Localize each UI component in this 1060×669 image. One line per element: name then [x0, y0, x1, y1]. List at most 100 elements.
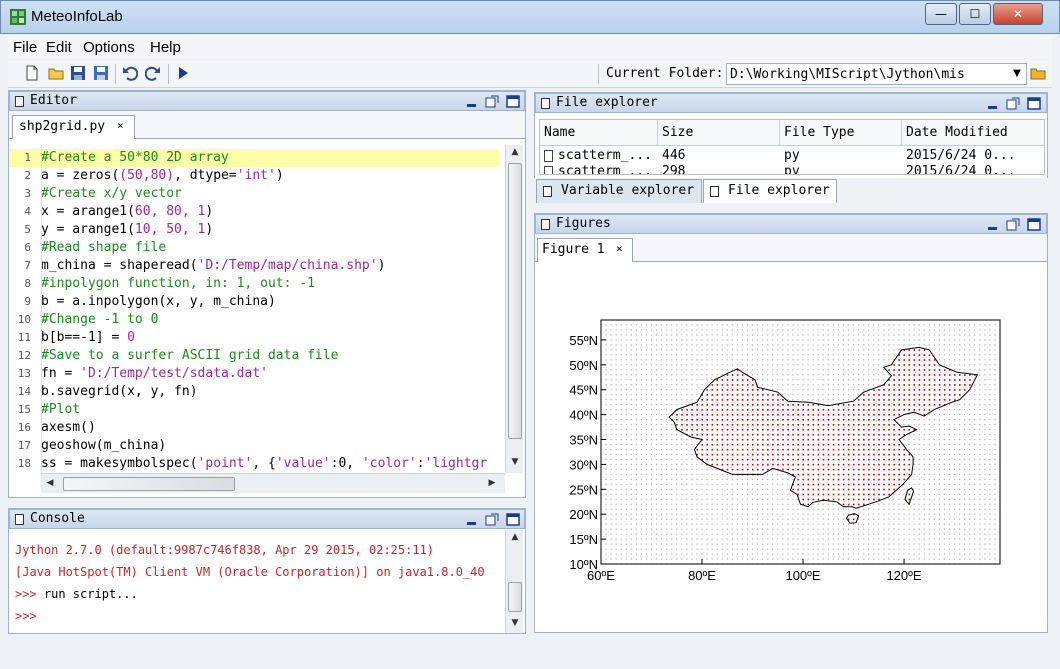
outside-point: [625, 468, 627, 470]
menu-edit[interactable]: Edit: [46, 39, 72, 56]
outside-point: [797, 359, 799, 361]
editor-horizontal-scrollbar[interactable]: ◀ ▶: [41, 473, 505, 493]
outside-point: [842, 384, 845, 386]
scrollbar-thumb[interactable]: [508, 582, 522, 612]
scroll-left-icon[interactable]: ◀: [43, 478, 57, 488]
code-line[interactable]: 15 #Plot: [9, 401, 499, 419]
code-line[interactable]: 8 #inpolygon function, in: 1, out: -1: [9, 275, 499, 293]
code-line[interactable]: 17 geoshow(m_china): [9, 437, 499, 455]
maximize-panel-icon[interactable]: [506, 95, 520, 108]
outside-point: [933, 518, 935, 520]
code-line[interactable]: 11 b[b==-1] = 0: [9, 329, 499, 347]
figure-canvas[interactable]: 60ºE 80ºE 100ºE 120ºE10ºN15ºN20ºN25ºN30ºN35…: [535, 262, 1047, 632]
minimize-panel-icon[interactable]: [465, 513, 479, 526]
table-row[interactable]: scatterm_... 298 py 2015/6/24 0...: [540, 164, 1044, 174]
code-line[interactable]: 18 ss = makesymbolspec('point', {'value':…: [9, 455, 499, 473]
maximize-panel-icon[interactable]: [1027, 97, 1041, 110]
outside-point: [736, 483, 738, 485]
scroll-down-icon[interactable]: ▼: [508, 457, 522, 467]
minimize-panel-icon[interactable]: [465, 95, 479, 108]
tab-file-explorer[interactable]: File explorer: [703, 179, 837, 203]
outside-point: [812, 394, 814, 396]
save-all-icon[interactable]: [93, 65, 109, 81]
float-panel-icon[interactable]: [1006, 218, 1020, 231]
code-line[interactable]: 3 #Create x/y vector: [9, 185, 499, 203]
code-line[interactable]: 12 #Save to a surfer ASCII grid data file: [9, 347, 499, 365]
code-line[interactable]: 16 axesm(): [9, 419, 499, 437]
open-folder-icon[interactable]: [48, 65, 64, 81]
scroll-right-icon[interactable]: ▶: [485, 478, 499, 488]
float-panel-icon[interactable]: [485, 95, 499, 108]
column-name[interactable]: Name: [540, 120, 658, 146]
maximize-button[interactable]: ☐: [959, 3, 991, 25]
menu-help[interactable]: Help: [150, 39, 181, 56]
maximize-panel-icon[interactable]: [1027, 218, 1041, 231]
minimize-panel-icon[interactable]: [986, 97, 1000, 110]
code-line[interactable]: 2a = zeros((50,80), dtype='int'): [9, 167, 499, 185]
outside-point: [681, 334, 683, 336]
console-input-line[interactable]: >>>: [15, 609, 37, 623]
outside-point: [837, 399, 839, 401]
outside-point: [762, 558, 764, 560]
scrollbar-thumb[interactable]: [508, 163, 522, 439]
tab-figure-1[interactable]: Figure 1 ×: [537, 238, 633, 262]
code-line[interactable]: 7 m_china = shaperead('D:/Temp/map/china.…: [9, 257, 499, 275]
scrollbar-thumb[interactable]: [63, 477, 235, 491]
scroll-down-icon[interactable]: ▼: [508, 618, 522, 628]
console-vertical-scrollbar[interactable]: ▲ ▼: [505, 530, 523, 633]
menu-file[interactable]: File: [13, 39, 37, 56]
table-row[interactable]: scatterm_... 446 py 2015/6/24 0...: [540, 148, 1044, 164]
code-line[interactable]: 13 fn = 'D:/Temp/test/sdata.dat': [9, 365, 499, 383]
outside-point: [827, 329, 829, 331]
column-date-modified[interactable]: Date Modified: [902, 120, 1044, 146]
maximize-panel-icon[interactable]: [506, 513, 520, 526]
menu-options[interactable]: Options: [83, 39, 135, 56]
current-folder-combo[interactable]: D:\Working\MIScript\Jython\mis ▼: [726, 63, 1027, 85]
column-size[interactable]: Size: [658, 120, 780, 146]
code-line[interactable]: 6 #Read shape file: [9, 239, 499, 257]
code-line[interactable]: 14 b.savegrid(x, y, fn): [9, 383, 499, 401]
outside-point: [979, 478, 981, 480]
undo-icon[interactable]: [122, 65, 138, 81]
column-file-type[interactable]: File Type: [780, 120, 902, 146]
code-line[interactable]: 1 #Create a 50*80 2D array: [9, 149, 499, 167]
outside-point: [958, 423, 961, 426]
chevron-down-icon[interactable]: ▼: [1010, 67, 1024, 81]
float-panel-icon[interactable]: [1006, 97, 1020, 110]
inside-point: [807, 463, 810, 466]
code-line[interactable]: 5y = arange1(10, 50, 1): [9, 221, 499, 239]
redo-icon[interactable]: [145, 65, 161, 81]
scroll-up-icon[interactable]: ▲: [508, 532, 522, 542]
outside-point: [746, 488, 749, 490]
inside-point: [762, 463, 764, 466]
inside-point: [878, 463, 880, 466]
close-tab-icon[interactable]: ×: [616, 242, 623, 255]
code-line[interactable]: 9b = a.inpolygon(x, y, m_china): [9, 293, 499, 311]
editor-vertical-scrollbar[interactable]: ▲ ▼: [505, 145, 523, 473]
browse-folder-icon[interactable]: [1030, 65, 1046, 81]
inside-point: [918, 359, 921, 361]
run-icon[interactable]: [175, 65, 191, 81]
code-line[interactable]: 4x = arange1(60, 80, 1): [9, 203, 499, 221]
outside-point: [969, 533, 971, 535]
new-file-icon[interactable]: [24, 65, 40, 81]
tab-shp2grid[interactable]: shp2grid.py ×: [12, 115, 135, 139]
outside-point: [868, 518, 870, 520]
outside-point: [908, 513, 910, 515]
outside-point: [615, 503, 617, 505]
outside-point: [969, 523, 971, 525]
inside-point: [893, 399, 895, 401]
float-panel-icon[interactable]: [485, 513, 499, 526]
code-area[interactable]: 1 #Create a 50*80 2D array 2 a = zeros((50,…: [9, 145, 505, 473]
outside-point: [802, 359, 804, 361]
outside-point: [756, 538, 759, 540]
minimize-button[interactable]: —: [925, 3, 957, 25]
minimize-panel-icon[interactable]: [986, 218, 1000, 231]
outside-point: [782, 394, 784, 396]
scroll-up-icon[interactable]: ▲: [508, 147, 522, 157]
tab-variable-explorer[interactable]: Variable explorer: [536, 179, 702, 203]
close-tab-icon[interactable]: ×: [117, 119, 124, 132]
close-button[interactable]: ✕: [993, 3, 1043, 25]
code-line[interactable]: 10 #Change -1 to 0: [9, 311, 499, 329]
save-icon[interactable]: [70, 65, 86, 81]
